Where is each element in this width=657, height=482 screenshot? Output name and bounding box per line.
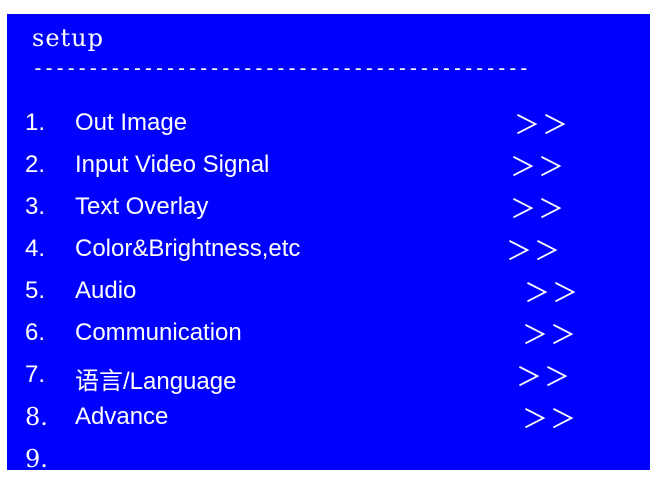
menu-item-audio[interactable]: 5. Audio ＞＞ [7, 269, 650, 309]
menu-item-number: 8. [25, 403, 48, 431]
menu-item-label: 语言/Language [75, 361, 236, 396]
menu-item-label: Communication [75, 319, 242, 346]
menu-item-9[interactable]: 9. [7, 437, 650, 470]
submenu-arrow-icon: ＞＞ [510, 195, 567, 225]
title-divider: ----------------------------------------… [32, 56, 530, 80]
menu-item-advance[interactable]: 8. Advance ＞＞ [7, 395, 650, 435]
menu-item-number: 1. [25, 109, 46, 136]
submenu-arrow-icon: ＞＞ [524, 279, 581, 309]
language-label-english: /Language [123, 368, 237, 395]
menu-item-number: 2. [25, 151, 46, 178]
menu-item-label: Input Video Signal [75, 151, 270, 178]
menu-item-label: Out Image [75, 109, 188, 136]
menu-item-number: 6. [25, 319, 46, 346]
setup-menu-screen: setup ----------------------------------… [7, 14, 650, 470]
menu-item-text-overlay[interactable]: 3. Text Overlay ＞＞ [7, 185, 650, 225]
menu-item-number: 7. [25, 361, 46, 388]
menu-item-label: Color&Brightness,etc [75, 235, 301, 262]
menu-item-number: 9. [25, 445, 48, 470]
menu-item-communication[interactable]: 6. Communication ＞＞ [7, 311, 650, 351]
menu-item-number: 3. [25, 193, 46, 220]
menu-item-label: Audio [75, 277, 137, 304]
menu-item-label: Text Overlay [75, 193, 209, 220]
language-label-chinese: 语言 [75, 367, 123, 395]
submenu-arrow-icon: ＞＞ [506, 237, 563, 267]
submenu-arrow-icon: ＞＞ [522, 321, 579, 351]
submenu-arrow-icon: ＞＞ [522, 405, 579, 435]
menu-item-out-image[interactable]: 1. Out Image ＞＞ [7, 101, 650, 141]
submenu-arrow-icon: ＞＞ [514, 111, 571, 141]
menu-item-number: 4. [25, 235, 46, 262]
submenu-arrow-icon: ＞＞ [510, 153, 567, 183]
menu-item-input-video-signal[interactable]: 2. Input Video Signal ＞＞ [7, 143, 650, 183]
menu-item-number: 5. [25, 277, 46, 304]
menu-item-language[interactable]: 7. 语言/Language ＞＞ [7, 353, 650, 396]
menu-item-color-brightness[interactable]: 4. Color&Brightness,etc ＞＞ [7, 227, 650, 267]
menu-title: setup [32, 24, 104, 52]
menu-item-label: Advance [75, 403, 169, 430]
submenu-arrow-icon: ＞＞ [516, 363, 573, 393]
